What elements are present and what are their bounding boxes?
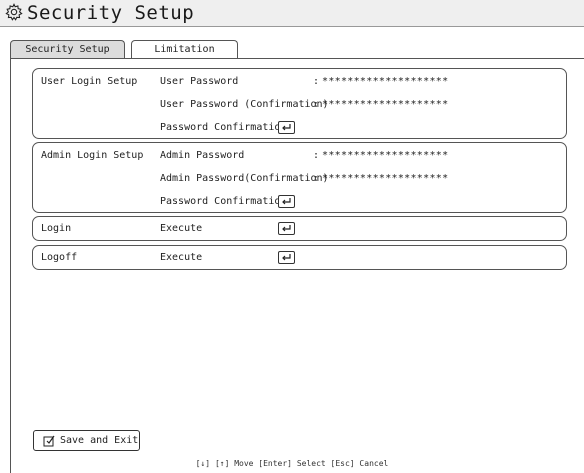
admin-login-setup-group: Admin Login Setup Admin Password : *****… [32, 142, 567, 213]
colon: : [313, 99, 320, 110]
group-label: Admin Login Setup [41, 150, 144, 161]
checkbox-pencil-icon [43, 435, 55, 447]
enter-key-icon [282, 225, 291, 232]
tab-panel-border [10, 58, 584, 59]
tab-panel-border-left [10, 58, 11, 473]
group-label: Logoff [41, 252, 78, 263]
page-title: Security Setup [27, 2, 195, 24]
gear-icon [5, 3, 23, 21]
logoff-execute-button[interactable] [278, 251, 295, 264]
enter-key-icon [282, 198, 291, 205]
login-execute-button[interactable] [278, 222, 295, 235]
user-password-confirmation-label: User Password (Confirmation) [160, 99, 329, 110]
group-label: Login [41, 223, 72, 234]
colon: : [313, 76, 320, 87]
colon: : [313, 173, 320, 184]
colon: : [313, 150, 320, 161]
logoff-execute-label: Execute [160, 252, 203, 263]
login-execute-label: Execute [160, 223, 203, 234]
user-password-label: User Password [160, 76, 239, 87]
user-password-field[interactable]: ******************** [322, 76, 448, 87]
enter-key-icon [282, 254, 291, 261]
save-and-exit-label: Save and Exit [60, 435, 139, 446]
password-confirmation-label: Password Confirmation [160, 122, 287, 133]
user-password-confirmation-button[interactable] [278, 121, 295, 134]
admin-password-confirmation-button[interactable] [278, 195, 295, 208]
admin-password-label: Admin Password [160, 150, 245, 161]
user-password-confirmation-field[interactable]: ******************** [322, 99, 448, 110]
logoff-group: Logoff Execute [32, 245, 567, 270]
save-and-exit-button[interactable]: Save and Exit [33, 430, 140, 451]
tab-limitation[interactable]: Limitation [131, 40, 238, 58]
tab-security-setup[interactable]: Security Setup [10, 40, 125, 58]
admin-password-confirmation-label: Admin Password(Confirmation) [160, 173, 329, 184]
keyboard-hint: [↓] [↑] Move [Enter] Select [Esc] Cancel [195, 459, 389, 468]
group-label: User Login Setup [41, 76, 138, 87]
login-group: Login Execute [32, 216, 567, 241]
admin-password-confirmation-field[interactable]: ******************** [322, 173, 448, 184]
enter-key-icon [282, 124, 291, 131]
admin-password-field[interactable]: ******************** [322, 150, 448, 161]
title-bar: Security Setup [0, 0, 584, 27]
user-login-setup-group: User Login Setup User Password : *******… [32, 68, 567, 139]
password-confirmation-label: Password Confirmation [160, 196, 287, 207]
